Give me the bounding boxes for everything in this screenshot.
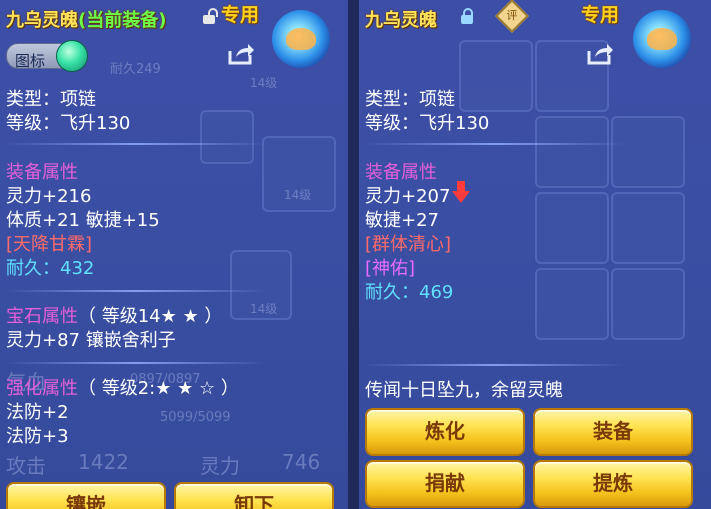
extract-button[interactable]: 提炼 <box>533 460 693 508</box>
equip-button[interactable]: 装备 <box>533 408 693 456</box>
compare-equipment-panel: 九乌灵魄 评 专用 类型：项链 等级：飞升130 装备属性 灵力+207 敏捷+… <box>359 0 711 509</box>
enhance-level: （ 等级2:★ ★ ☆ ） <box>78 378 239 399</box>
bg-durability-text: 耐久249 <box>110 62 161 77</box>
attr-line: 灵力+207 <box>365 181 471 208</box>
attr-text: 灵力+207 <box>365 186 451 207</box>
divider <box>6 143 266 145</box>
equip-attr-header: 装备属性 <box>365 162 437 183</box>
enhance-attr-header: 强化属性（ 等级2:★ ★ ☆ ） <box>6 378 239 400</box>
bg-item-slot <box>611 192 685 264</box>
item-icon <box>272 10 330 68</box>
item-title: 九乌灵魄 <box>365 10 437 31</box>
decrease-arrow-icon <box>452 181 471 203</box>
refine-button[interactable]: 炼化 <box>365 408 525 456</box>
item-title: 九乌灵魄(当前装备) <box>6 6 166 32</box>
special-skill: [天降甘霖] <box>6 234 93 255</box>
attr-line: 灵力+216 <box>6 186 92 207</box>
icon-toggle-knob <box>56 40 88 72</box>
gem-level: （ 等级14★ ★ ） <box>78 306 223 327</box>
durability-label: 耐久： <box>6 258 60 279</box>
bg-item-slot <box>200 110 254 164</box>
item-level: 等级：飞升130 <box>365 113 490 134</box>
current-equipped-tag: (当前装备) <box>78 10 167 31</box>
durability-label: 耐久： <box>365 282 419 303</box>
bg-item-slot <box>459 40 533 112</box>
bg-item-slot <box>611 268 685 340</box>
gem-attr-line: 灵力+87 镶嵌舍利子 <box>6 330 176 351</box>
bg-item-slot <box>535 192 609 264</box>
bg-attack-value: 1422 <box>78 450 129 474</box>
bg-item-slot <box>611 116 685 188</box>
bg-level-text: 14级 <box>284 188 312 202</box>
bg-mp-value: 5099/5099 <box>160 410 231 425</box>
bg-item-slot <box>535 116 609 188</box>
bg-level-text: 14级 <box>250 76 278 90</box>
exclusive-tag: 专用 <box>221 4 260 26</box>
gem-attr-header: 宝石属性（ 等级14★ ★ ） <box>6 306 222 328</box>
enhance-attr-line: 法防+3 <box>6 426 69 447</box>
durability-value: 432 <box>60 258 95 279</box>
donate-button[interactable]: 捐献 <box>365 460 525 508</box>
divider <box>6 290 266 292</box>
divider <box>365 143 625 145</box>
durability: 耐久：469 <box>365 282 453 304</box>
unlocked-icon[interactable] <box>203 8 218 24</box>
divider <box>365 364 625 366</box>
locked-icon[interactable] <box>461 8 473 24</box>
item-level: 等级：飞升130 <box>6 113 131 134</box>
share-icon[interactable] <box>228 43 254 65</box>
item-icon-wing <box>647 28 677 50</box>
special-skill: [群体清心] <box>365 234 452 255</box>
durability-value: 469 <box>419 282 454 303</box>
attr-line: 体质+21 敏捷+15 <box>6 210 160 231</box>
item-icon-wing <box>286 28 316 50</box>
icon-toggle-label: 图标 <box>15 52 46 70</box>
rate-badge[interactable]: 评 <box>495 0 529 33</box>
bg-attack-label: 攻击 <box>6 454 46 478</box>
divider <box>6 362 266 364</box>
attr-line: 敏捷+27 <box>365 210 439 231</box>
item-name: 九乌灵魄 <box>6 10 78 31</box>
item-icon <box>633 10 691 68</box>
item-type: 类型：项链 <box>365 89 455 110</box>
item-type: 类型：项链 <box>6 89 96 110</box>
special-effect: [神佑] <box>365 258 416 279</box>
unequip-button[interactable]: 卸下 <box>174 482 334 509</box>
rate-badge-label: 评 <box>506 9 518 22</box>
bg-item-slot <box>535 268 609 340</box>
bg-level-text: 14级 <box>250 302 278 316</box>
enhance-header-label: 强化属性 <box>6 378 78 399</box>
share-icon[interactable] <box>587 43 613 65</box>
current-equipment-panel: 耐久249 14级 14级 14级 气血 0897/0897 5099/5099… <box>0 0 348 509</box>
durability: 耐久：432 <box>6 258 94 280</box>
bg-spirit-value: 746 <box>282 450 321 474</box>
flavor-text: 传闻十日坠九，余留灵魄 <box>365 380 563 401</box>
inlay-button[interactable]: 镶嵌 <box>6 482 166 509</box>
exclusive-tag: 专用 <box>581 4 620 26</box>
gem-header-label: 宝石属性 <box>6 306 78 327</box>
bg-spirit-label: 灵力 <box>200 454 240 478</box>
enhance-attr-line: 法防+2 <box>6 402 69 423</box>
panel-divider <box>348 0 359 509</box>
equip-attr-header: 装备属性 <box>6 162 78 183</box>
icon-toggle[interactable]: 图标 <box>6 40 88 72</box>
